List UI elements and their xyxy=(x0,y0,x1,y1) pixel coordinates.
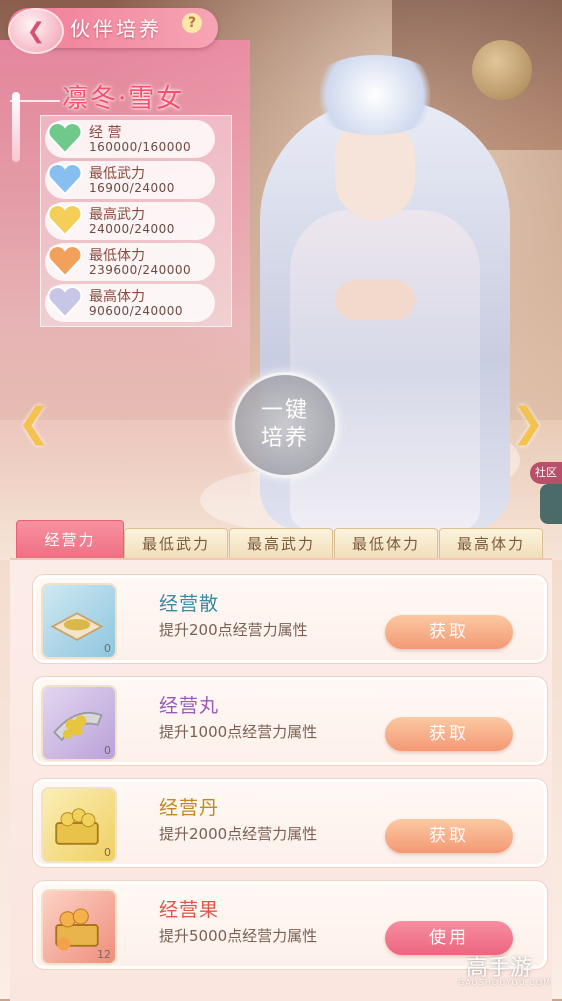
item-description: 提升1000点经营力属性 xyxy=(159,723,318,741)
character-dress xyxy=(290,210,480,530)
train-button-line2: 培养 xyxy=(260,426,309,451)
item-name: 经营果 xyxy=(159,899,220,921)
title-bar: ❮ 伙伴培养 ? xyxy=(0,0,562,60)
watermark-url: GAOSHOUYOU.COM xyxy=(458,978,552,987)
get-button[interactable]: 获取 xyxy=(385,615,513,649)
tab-min-force[interactable]: 最低武力 xyxy=(124,528,228,560)
help-icon[interactable]: ? xyxy=(182,13,202,33)
item-count: 12 xyxy=(97,948,111,961)
character-waist xyxy=(335,280,415,320)
get-button[interactable]: 获取 xyxy=(385,819,513,853)
stat-value: 24000/24000 xyxy=(89,222,175,236)
heart-icon xyxy=(45,241,85,281)
heart-icon xyxy=(45,118,85,158)
stats-panel: 经 营 160000/160000 最低武力 16900/24000 最高武力 … xyxy=(40,115,232,327)
item-name: 经营丹 xyxy=(159,797,220,819)
stat-value: 90600/240000 xyxy=(89,304,184,318)
back-arrow-icon: ❮ xyxy=(26,18,46,44)
list-item: 0 经营丹 提升2000点经营力属性 获取 xyxy=(32,778,548,868)
next-character-arrow-icon[interactable]: ❯ xyxy=(508,398,548,448)
stat-row-min-force: 最低武力 16900/24000 xyxy=(45,161,215,199)
stat-value: 239600/240000 xyxy=(89,263,192,277)
stat-row-max-stamina: 最高体力 90600/240000 xyxy=(45,284,215,322)
tab-min-stamina[interactable]: 最低体力 xyxy=(334,528,438,560)
attribute-tabs: 经营力 最低武力 最高武力 最低体力 最高体力 xyxy=(16,520,546,560)
heart-icon xyxy=(45,282,85,322)
get-button[interactable]: 获取 xyxy=(385,717,513,751)
stat-label: 最低体力 xyxy=(89,248,145,264)
item-icon-elixir: 0 xyxy=(41,787,117,863)
stat-label: 经 营 xyxy=(89,125,122,141)
item-name: 经营散 xyxy=(159,593,220,615)
one-click-train-button[interactable]: 一键 培养 xyxy=(232,372,338,478)
back-button[interactable]: ❮ xyxy=(8,8,64,54)
tassel-ornament xyxy=(12,92,20,162)
name-divider xyxy=(10,100,60,102)
character-headdress xyxy=(305,55,445,135)
train-button-line1: 一键 xyxy=(260,398,309,423)
item-description: 提升200点经营力属性 xyxy=(159,621,308,639)
previous-character-arrow-icon[interactable]: ❮ xyxy=(14,398,54,448)
item-count: 0 xyxy=(104,846,111,859)
stat-value: 160000/160000 xyxy=(89,140,192,154)
tab-business[interactable]: 经营力 xyxy=(16,520,124,560)
item-name: 经营丸 xyxy=(159,695,220,717)
heart-icon xyxy=(45,200,85,240)
list-item: 0 经营散 提升200点经营力属性 获取 xyxy=(32,574,548,664)
item-count: 0 xyxy=(104,744,111,757)
stat-label: 最高武力 xyxy=(89,207,145,223)
character-name: 凛冬·雪女 xyxy=(62,84,185,114)
stat-row-max-force: 最高武力 24000/24000 xyxy=(45,202,215,240)
list-item: 0 经营丸 提升1000点经营力属性 获取 xyxy=(32,676,548,766)
stat-label: 最低武力 xyxy=(89,166,145,182)
page-title: 伙伴培养 xyxy=(70,17,162,41)
item-list: 0 经营散 提升200点经营力属性 获取 0 经营丸 提升1000点经营力属性 … xyxy=(10,558,552,1001)
item-description: 提升5000点经营力属性 xyxy=(159,927,318,945)
item-icon-fruit: 12 xyxy=(41,889,117,965)
item-description: 提升2000点经营力属性 xyxy=(159,825,318,843)
tab-max-force[interactable]: 最高武力 xyxy=(229,528,333,560)
item-icon-pill: 0 xyxy=(41,685,117,761)
community-button[interactable]: 社区 xyxy=(530,462,562,484)
character-face xyxy=(335,120,415,220)
item-icon-powder: 0 xyxy=(41,583,117,659)
heart-icon xyxy=(45,159,85,199)
tab-max-stamina[interactable]: 最高体力 xyxy=(439,528,543,560)
item-count: 0 xyxy=(104,642,111,655)
stat-row-business: 经 营 160000/160000 xyxy=(45,120,215,158)
stat-label: 最高体力 xyxy=(89,289,145,305)
side-tab[interactable] xyxy=(540,484,562,524)
stat-row-min-stamina: 最低体力 239600/240000 xyxy=(45,243,215,281)
stat-value: 16900/24000 xyxy=(89,181,175,195)
